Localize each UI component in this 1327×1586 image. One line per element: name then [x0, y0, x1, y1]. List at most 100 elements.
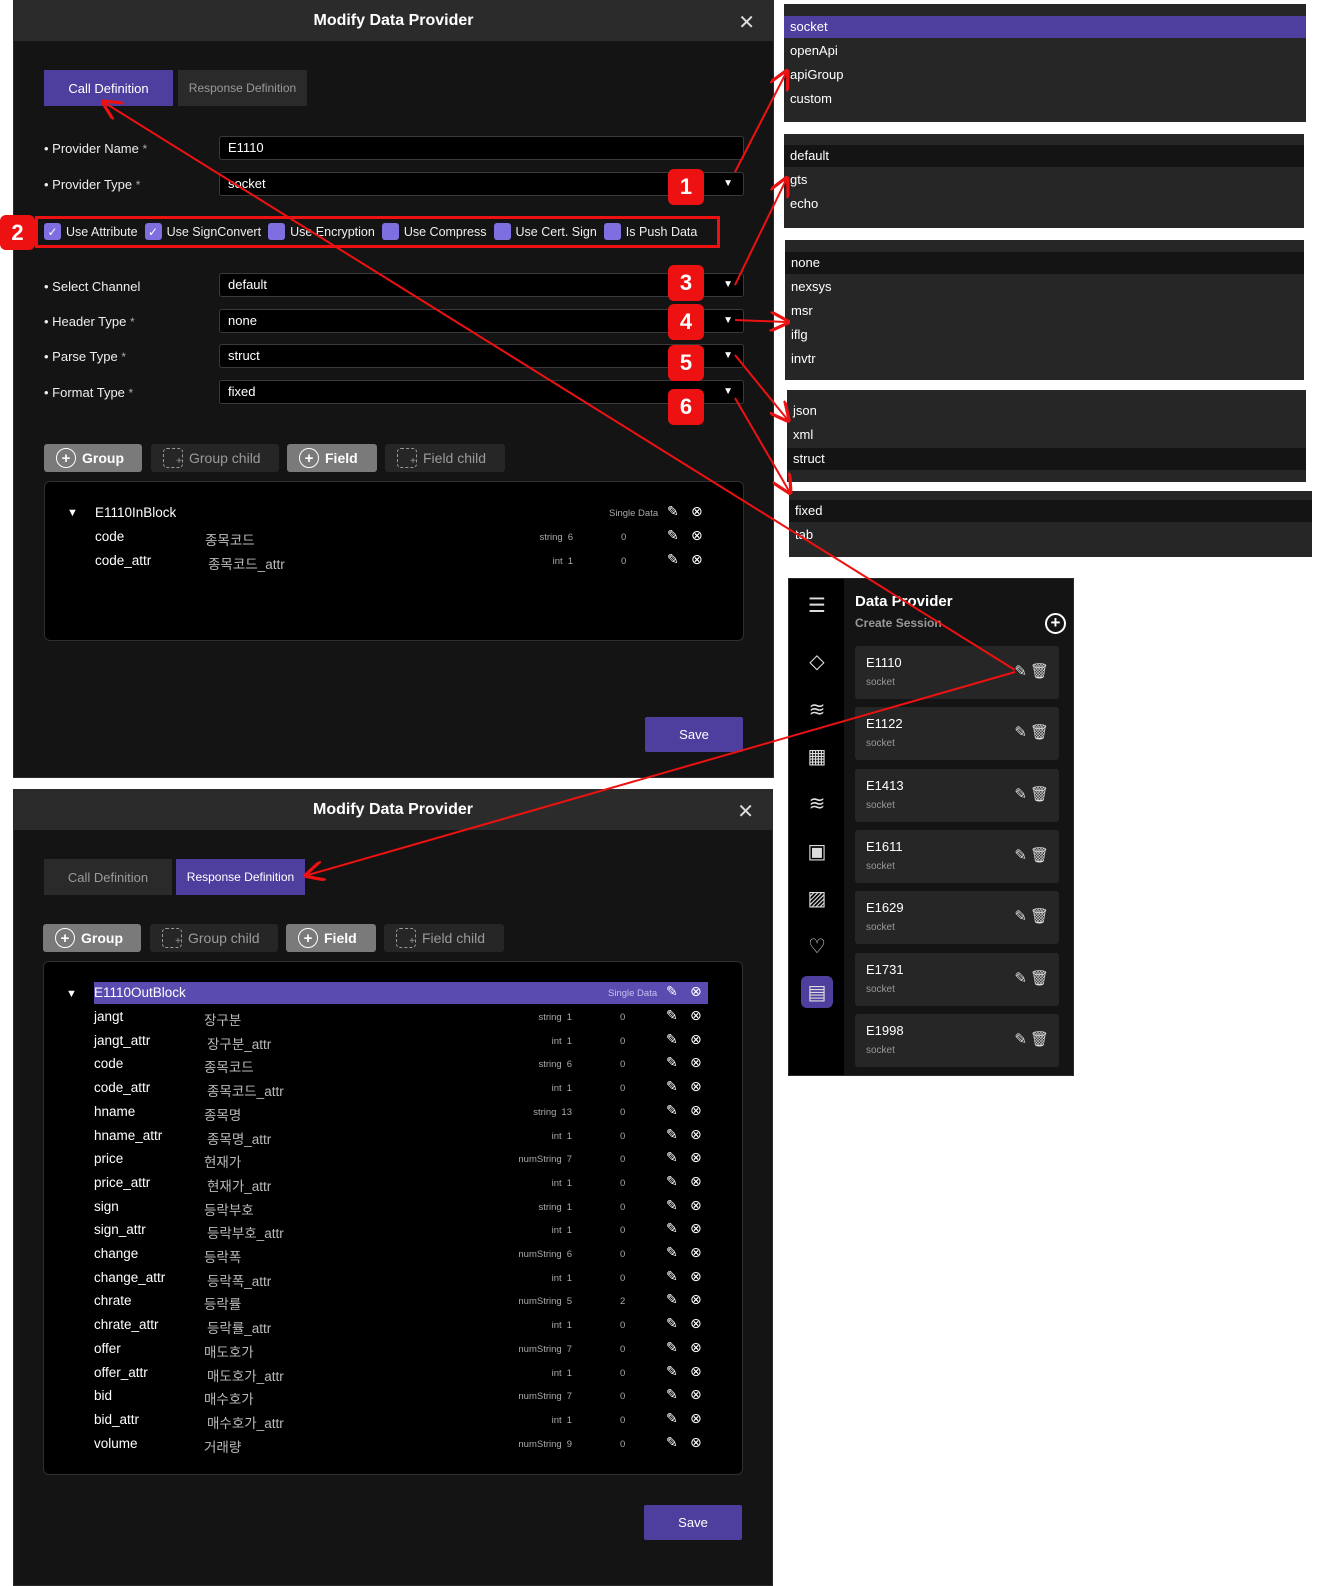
- edit-icon[interactable]: ✎: [666, 1102, 678, 1119]
- table-row[interactable]: code_attr 종목코드_attr int 1 0 ✎ ⊗: [44, 1077, 742, 1099]
- parse-type-select[interactable]: struct ▼: [219, 344, 744, 368]
- table-row[interactable]: code_attr 종목코드_attr int 1 0 ✎ ⊗: [45, 550, 743, 572]
- edit-icon[interactable]: ✎: [666, 983, 678, 1000]
- trash-icon[interactable]: 🗑: [1030, 1030, 1049, 1048]
- option-msr[interactable]: msr: [785, 300, 1304, 322]
- table-row[interactable]: jangt_attr 장구분_attr int 1 0 ✎ ⊗: [44, 1030, 742, 1052]
- close-circle-icon[interactable]: ⊗: [690, 1268, 702, 1285]
- table-row[interactable]: bid 매수호가 numString 7 0 ✎ ⊗: [44, 1385, 742, 1407]
- provider-card[interactable]: E1413 socket ✎ 🗑: [855, 768, 1059, 822]
- close-circle-icon[interactable]: ⊗: [690, 1031, 702, 1048]
- option-nexsys[interactable]: nexsys: [785, 276, 1304, 298]
- close-circle-icon[interactable]: ⊗: [690, 1149, 702, 1166]
- option-iflg[interactable]: iflg: [785, 324, 1304, 346]
- edit-icon[interactable]: ✎: [666, 1078, 678, 1095]
- table-row[interactable]: bid_attr 매수호가_attr int 1 0 ✎ ⊗: [44, 1409, 742, 1431]
- edit-icon[interactable]: ✎: [666, 1315, 678, 1332]
- provider-card[interactable]: E1629 socket ✎ 🗑: [855, 891, 1059, 945]
- close-circle-icon[interactable]: ⊗: [690, 1054, 702, 1071]
- trash-icon[interactable]: 🗑: [1030, 907, 1049, 925]
- edit-icon[interactable]: ✎: [1014, 846, 1027, 864]
- save-button[interactable]: Save: [644, 1505, 742, 1540]
- tab-call-definition[interactable]: Call Definition: [44, 70, 173, 106]
- close-circle-icon[interactable]: ⊗: [690, 1434, 702, 1451]
- provider-card[interactable]: E1110 socket ✎ 🗑: [855, 646, 1059, 699]
- save-button[interactable]: Save: [645, 717, 743, 752]
- table-row[interactable]: sign 등락부호 string 1 0 ✎ ⊗: [44, 1196, 742, 1218]
- table-row[interactable]: hname 종목명 string 13 0 ✎ ⊗: [44, 1101, 742, 1123]
- close-circle-icon[interactable]: ⊗: [691, 503, 703, 520]
- data-provider-icon[interactable]: ▤: [801, 976, 833, 1008]
- close-circle-icon[interactable]: ⊗: [690, 1244, 702, 1261]
- edit-icon[interactable]: ✎: [1014, 723, 1027, 741]
- option-tab[interactable]: tab: [789, 524, 1312, 546]
- close-circle-icon[interactable]: ⊗: [690, 1363, 702, 1380]
- close-circle-icon[interactable]: ⊗: [691, 527, 703, 544]
- option-default[interactable]: default: [784, 145, 1304, 167]
- edit-icon[interactable]: ✎: [666, 1434, 678, 1451]
- close-circle-icon[interactable]: ⊗: [690, 1078, 702, 1095]
- option-custom[interactable]: custom: [784, 88, 1306, 110]
- option-none[interactable]: none: [785, 252, 1304, 274]
- provider-card[interactable]: E1731 socket ✎ 🗑: [855, 952, 1059, 1006]
- close-circle-icon[interactable]: ⊗: [691, 551, 703, 568]
- edit-icon[interactable]: ✎: [1014, 907, 1027, 925]
- stack-icon[interactable]: ≋: [801, 787, 833, 819]
- option-echo[interactable]: echo: [784, 193, 1304, 215]
- layers-icon[interactable]: ≋: [801, 693, 833, 725]
- table-row[interactable]: offer 매도호가 numString 7 0 ✎ ⊗: [44, 1338, 742, 1360]
- menu-icon[interactable]: ☰: [801, 589, 833, 621]
- option-socket[interactable]: socket: [784, 16, 1306, 38]
- edit-icon[interactable]: ✎: [1014, 662, 1027, 680]
- table-row[interactable]: code 종목코드 string 6 0 ✎ ⊗: [44, 1053, 742, 1075]
- edit-icon[interactable]: ✎: [1014, 785, 1027, 803]
- close-circle-icon[interactable]: ⊗: [690, 1291, 702, 1308]
- shapes-icon[interactable]: ◇: [801, 645, 833, 677]
- table-row[interactable]: volume 거래량 numString 9 0 ✎ ⊗: [44, 1433, 742, 1455]
- edit-icon[interactable]: ✎: [666, 1197, 678, 1214]
- table-row[interactable]: chrate 등락률 numString 5 2 ✎ ⊗: [44, 1290, 742, 1312]
- trash-icon[interactable]: 🗑: [1030, 969, 1049, 987]
- add-field-child-button[interactable]: + Field child: [385, 444, 505, 472]
- add-group-child-button[interactable]: + Group child: [150, 924, 278, 952]
- close-circle-icon[interactable]: ⊗: [690, 1173, 702, 1190]
- image-icon[interactable]: ▣: [801, 835, 833, 867]
- edit-icon[interactable]: ✎: [666, 1054, 678, 1071]
- close-circle-icon[interactable]: ⊗: [690, 1126, 702, 1143]
- edit-icon[interactable]: ✎: [1014, 1030, 1027, 1048]
- tree-block-row-selected[interactable]: E1110OutBlock Single Data ✎ ⊗: [94, 982, 708, 1004]
- table-row[interactable]: jangt 장구분 string 1 0 ✎ ⊗: [44, 1006, 742, 1028]
- close-circle-icon[interactable]: ⊗: [690, 1386, 702, 1403]
- tree-block-row[interactable]: ▼ E1110InBlock Single Data ✎ ⊗: [45, 502, 743, 524]
- edit-icon[interactable]: ✎: [667, 527, 679, 544]
- provider-card[interactable]: E1611 socket ✎ 🗑: [855, 829, 1059, 883]
- add-group-button[interactable]: + Group: [44, 444, 142, 472]
- format-type-select[interactable]: fixed ▼: [219, 380, 744, 404]
- close-circle-icon[interactable]: ⊗: [690, 1007, 702, 1024]
- edit-icon[interactable]: ✎: [666, 1386, 678, 1403]
- option-openapi[interactable]: openApi: [784, 40, 1306, 62]
- table-row[interactable]: code 종목코드 string 6 0 ✎ ⊗: [45, 526, 743, 548]
- edit-icon[interactable]: ✎: [1014, 969, 1027, 987]
- option-xml[interactable]: xml: [787, 424, 1306, 446]
- provider-type-select[interactable]: socket ▼: [219, 172, 744, 196]
- add-group-child-button[interactable]: + Group child: [151, 444, 279, 472]
- tab-response-definition[interactable]: Response Definition: [178, 70, 307, 106]
- table-row[interactable]: hname_attr 종목명_attr int 1 0 ✎ ⊗: [44, 1125, 742, 1147]
- add-field-button[interactable]: + Field: [287, 444, 377, 472]
- table-row[interactable]: offer_attr 매도호가_attr int 1 0 ✎ ⊗: [44, 1362, 742, 1384]
- option-json[interactable]: json: [787, 400, 1306, 422]
- edit-icon[interactable]: ✎: [666, 1126, 678, 1143]
- channel-select[interactable]: default ▼: [219, 273, 744, 297]
- caret-down-icon[interactable]: ▼: [66, 988, 77, 1000]
- option-apigroup[interactable]: apiGroup: [784, 64, 1306, 86]
- table-row[interactable]: price 현재가 numString 7 0 ✎ ⊗: [44, 1148, 742, 1170]
- edit-icon[interactable]: ✎: [667, 551, 679, 568]
- close-circle-icon[interactable]: ⊗: [690, 1410, 702, 1427]
- trash-icon[interactable]: 🗑: [1030, 662, 1049, 680]
- option-gts[interactable]: gts: [784, 169, 1304, 191]
- option-invtr[interactable]: invtr: [785, 348, 1304, 370]
- chart-image-icon[interactable]: ▨: [801, 882, 833, 914]
- edit-icon[interactable]: ✎: [666, 1007, 678, 1024]
- provider-card[interactable]: E1122 socket ✎ 🗑: [855, 707, 1059, 761]
